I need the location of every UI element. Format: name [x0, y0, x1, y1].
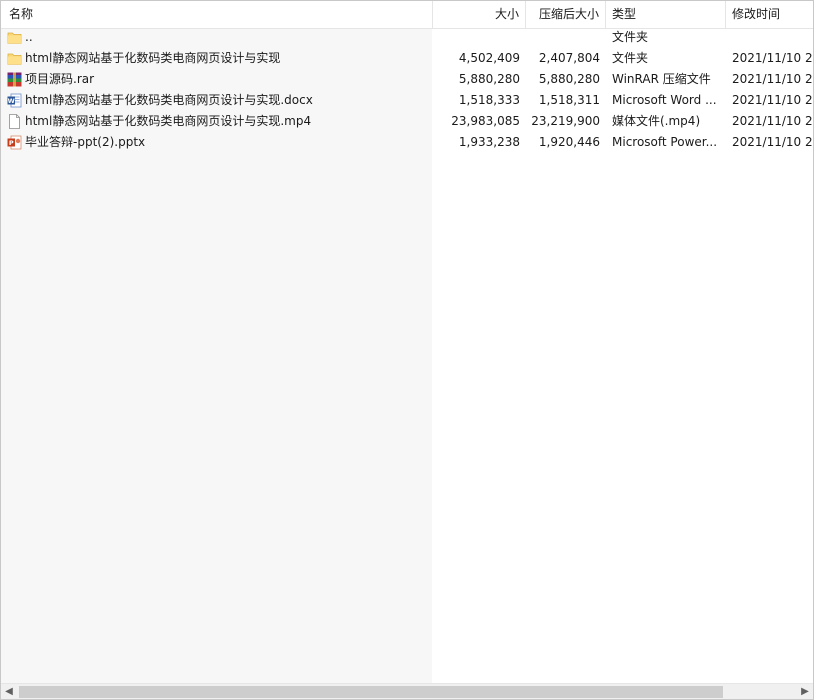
- column-header-type[interactable]: 类型: [612, 1, 722, 28]
- file-type: 文件夹: [612, 51, 649, 65]
- file-type: 文件夹: [612, 30, 649, 44]
- folder-icon: [7, 30, 22, 45]
- modified-time: 2021/11/10 2.: [732, 93, 813, 107]
- powerpoint-icon: P: [7, 135, 22, 150]
- winrar-icon: [7, 72, 22, 87]
- file-row[interactable]: Whtml静态网站基于化数码类电商网页设计与实现.docx 1,518,333 1,…: [1, 90, 813, 111]
- file-row[interactable]: html静态网站基于化数码类电商网页设计与实现.mp4 23,983,085 23,…: [1, 111, 813, 132]
- packed-size: 1,518,311: [538, 93, 600, 107]
- modified-time: 2021/11/10 2.: [732, 114, 813, 128]
- file-size: 1,933,238: [458, 135, 520, 149]
- packed-size: 5,880,280: [538, 72, 600, 86]
- file-row[interactable]: 项目源码.rar 5,880,280 5,880,280 WinRAR 压缩文件 202…: [1, 69, 813, 90]
- modified-time: 2021/11/10 2.: [732, 135, 813, 149]
- file-row[interactable]: html静态网站基于化数码类电商网页设计与实现 4,502,409 2,407,80…: [1, 48, 813, 69]
- folder-icon: [7, 51, 22, 66]
- modified-time: 2021/11/10 2.: [732, 51, 813, 65]
- file-type: WinRAR 压缩文件: [612, 72, 711, 86]
- scroll-right-icon[interactable]: ▶: [797, 684, 813, 699]
- file-type: 媒体文件(.mp4): [612, 114, 701, 128]
- file-row[interactable]: P 毕业答辩-ppt(2).pptx 1,933,238 1,920,446 Micro…: [1, 132, 813, 153]
- file-type: Microsoft Power...: [612, 135, 718, 149]
- file-name: html静态网站基于化数码类电商网页设计与实现: [25, 51, 281, 65]
- packed-size: [526, 27, 600, 48]
- column-header-bar: 名称 ^ 大小 压缩后大小 类型 修改时间: [1, 1, 813, 29]
- file-size: 5,880,280: [458, 72, 520, 86]
- column-header-size[interactable]: 大小: [433, 1, 519, 28]
- word-document-icon: W: [7, 93, 22, 108]
- file-type: Microsoft Word ...: [612, 93, 717, 107]
- file-name: ..: [25, 30, 33, 44]
- modified-time: 2021/11/10 2.: [732, 72, 813, 86]
- blank-file-icon: [7, 114, 22, 129]
- column-header-modified[interactable]: 修改时间: [732, 1, 813, 28]
- column-header-name[interactable]: 名称: [9, 1, 209, 28]
- column-header-packed-size[interactable]: 压缩后大小: [526, 1, 599, 28]
- sort-ascending-icon: ^: [213, 0, 222, 8]
- column-divider[interactable]: [605, 1, 606, 28]
- svg-text:P: P: [9, 139, 14, 147]
- file-size: 23,983,085: [451, 114, 520, 128]
- svg-text:W: W: [8, 97, 15, 105]
- scrollbar-thumb[interactable]: [19, 686, 723, 698]
- file-size: [433, 27, 520, 48]
- packed-size: 1,920,446: [538, 135, 600, 149]
- file-size: 4,502,409: [458, 51, 520, 65]
- scroll-left-icon[interactable]: ◀: [1, 684, 17, 699]
- file-size: 1,518,333: [458, 93, 520, 107]
- packed-size: 23,219,900: [531, 114, 600, 128]
- file-name: html静态网站基于化数码类电商网页设计与实现.docx: [25, 93, 313, 107]
- modified-time: [732, 27, 813, 48]
- file-name: html静态网站基于化数码类电商网页设计与实现.mp4: [25, 114, 312, 128]
- file-row[interactable]: .. 文件夹: [1, 27, 813, 48]
- file-list-window: 名称 ^ 大小 压缩后大小 类型 修改时间 .. 文件夹 html静态网站基于化数码…: [0, 0, 814, 700]
- file-name: 项目源码.rar: [25, 72, 95, 86]
- column-divider[interactable]: [725, 1, 726, 28]
- horizontal-scrollbar[interactable]: ◀ ▶: [1, 683, 813, 699]
- file-name: 毕业答辩-ppt(2).pptx: [25, 135, 146, 149]
- packed-size: 2,407,804: [538, 51, 600, 65]
